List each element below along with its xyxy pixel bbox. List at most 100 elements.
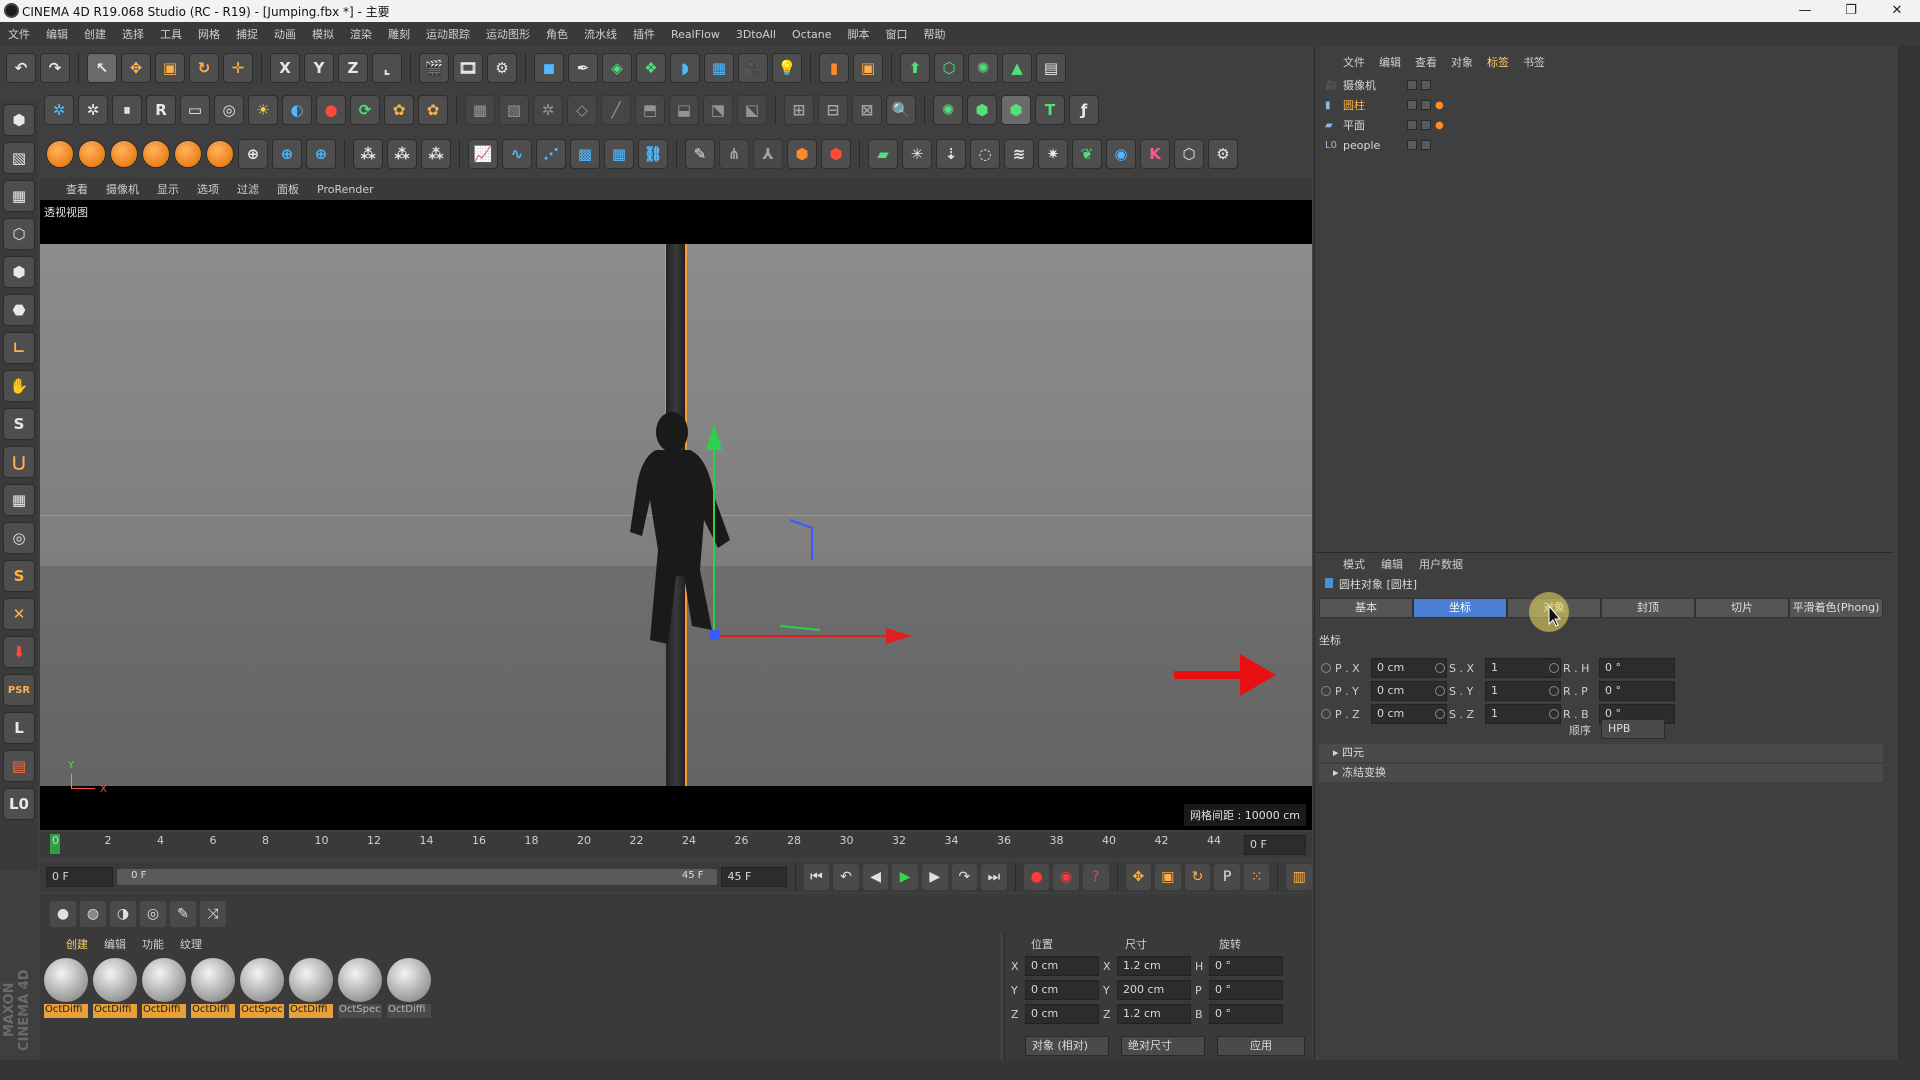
attribute-value-field[interactable]: 0 ° [1599,658,1675,678]
object-name[interactable]: people [1343,139,1403,152]
menu-edit[interactable]: 编辑 [46,26,68,42]
emitter-icon[interactable]: ⋰ [536,139,566,169]
r-region-icon[interactable]: R [146,95,176,125]
attr-menu-mode[interactable]: 模式 [1343,556,1365,572]
matrix-extrude-icon[interactable]: ⬔ [703,95,733,125]
menu-render[interactable]: 渲染 [350,26,372,42]
key-help-icon[interactable]: ? [1082,864,1109,890]
coords-rot-field[interactable]: 0 ° [1209,956,1283,976]
mix-ball-icon[interactable]: ◎ [140,901,166,927]
fx-icon[interactable]: ƒ [1069,95,1099,125]
sphere-orange-icon[interactable] [174,140,202,168]
render-picture-viewer-icon[interactable]: 🎞 [453,53,483,83]
coords-pos-field[interactable]: 0 cm [1025,956,1099,976]
brush-icon[interactable]: ✎ [170,901,196,927]
globe-blue-alt-icon[interactable]: ⊕ [306,139,336,169]
plane-green-icon[interactable]: ▰ [868,139,898,169]
visibility-toggle[interactable] [1407,140,1417,150]
object-menu-item[interactable]: 书签 [1523,54,1545,70]
sphere-orange-icon[interactable] [46,140,74,168]
grid-mesh-icon[interactable]: ▦ [604,139,634,169]
menu-snap[interactable]: 捕捉 [236,26,258,42]
workplane-lock-icon[interactable]: ⊠ [852,95,882,125]
object-menu-item[interactable]: 编辑 [1379,54,1401,70]
grid-plane-icon[interactable]: ▦ [3,484,35,516]
vp-menu-display[interactable]: 显示 [157,181,179,197]
menu-script[interactable]: 脚本 [847,26,869,42]
vp-menu-cameras[interactable]: 摄像机 [106,181,139,197]
pause-icon[interactable]: ⏸ [112,95,142,125]
ik-icon[interactable]: ⅄ [753,139,783,169]
hair-icon[interactable]: ∿ [502,139,532,169]
attribute-tab[interactable]: 坐标 [1413,598,1507,618]
menu-simulate[interactable]: 模拟 [312,26,334,42]
octane-restart-icon[interactable]: ✲ [78,95,108,125]
menu-plugins[interactable]: 插件 [633,26,655,42]
coords-rot-field[interactable]: 0 ° [1209,980,1283,1000]
perspective-viewport[interactable]: 透视视图 Y X 网格间距 : 10000 cm [40,200,1312,830]
menu-mograph[interactable]: 运动图形 [486,26,530,42]
rotate-icon[interactable]: ↻ [189,53,219,83]
animate-toggle[interactable] [1549,686,1559,696]
chain-icon[interactable]: ⛓ [638,139,668,169]
undo-icon[interactable]: ↶ [6,53,36,83]
menu-sculpt[interactable]: 雕刻 [388,26,410,42]
attribute-tab[interactable]: 平滑着色(Phong) [1789,598,1883,618]
mat-menu-create[interactable]: 创建 [66,936,88,952]
coords-rot-field[interactable]: 0 ° [1209,1004,1283,1024]
menu-motion-tracking[interactable]: 运动跟踪 [426,26,470,42]
pen-spline-icon[interactable]: ✒ [568,53,598,83]
octane-live-viewer-icon[interactable]: ▮ [819,53,849,83]
mat-menu-texture[interactable]: 纹理 [180,936,202,952]
animate-toggle[interactable] [1435,709,1445,719]
gear-green-icon[interactable]: ✺ [933,95,963,125]
object-menu-item[interactable]: 对象 [1451,54,1473,70]
next-key-icon[interactable]: ↷ [951,864,978,890]
coords-size-field[interactable]: 1.2 cm [1117,956,1191,976]
cube-icon[interactable]: ◼ [534,53,564,83]
smooth-shift-icon[interactable]: ⬕ [737,95,767,125]
key-scale-icon[interactable]: ▣ [1155,864,1181,890]
play-icon[interactable]: ▶ [892,864,918,890]
key-param-icon[interactable]: P [1214,864,1240,890]
redo-icon[interactable]: ↷ [40,53,70,83]
layers-icon[interactable]: ▤ [3,750,35,782]
object-menu-item[interactable]: 文件 [1343,54,1365,70]
script-icon[interactable]: ✎ [685,139,715,169]
shuffle-icon[interactable]: ⤨ [200,901,226,927]
magnet-icon[interactable]: ⋃ [3,446,35,478]
sphere-orange-icon[interactable] [110,140,138,168]
star-icon[interactable]: ✷ [1038,139,1068,169]
attribute-tab[interactable]: 切片 [1695,598,1789,618]
spiral-icon[interactable]: ◎ [3,522,35,554]
globe-blue-icon[interactable]: ⊕ [272,139,302,169]
script-manager-icon[interactable]: ▤ [1036,53,1066,83]
edit-render-settings-icon[interactable]: ⚙ [487,53,517,83]
attribute-tab[interactable]: 封顶 [1601,598,1695,618]
menu-tools[interactable]: 工具 [160,26,182,42]
qr-icon[interactable]: ◉ [1106,139,1136,169]
box-green-icon[interactable]: ⬢ [967,95,997,125]
line-cut-icon[interactable]: ╱ [601,95,631,125]
mat-menu-function[interactable]: 功能 [142,936,164,952]
bones-icon[interactable]: ⋔ [719,139,749,169]
l0-icon[interactable]: L0 [3,788,35,820]
transform-icon[interactable]: ✛ [223,53,253,83]
timeline-ruler[interactable]: 0 2 4 6 8 10 12 14 16 18 20 22 24 26 28 30 32 34 36 38 40 42 4… [40,832,1312,858]
down-arrow-icon[interactable]: ⇣ [936,139,966,169]
object-menu-item[interactable]: 查看 [1415,54,1437,70]
octane-settings-icon[interactable]: ▣ [853,53,883,83]
scatter-icon[interactable]: ✳ [902,139,932,169]
attr-menu-user-data[interactable]: 用户数据 [1419,556,1463,572]
wave-icon[interactable]: ≋ [1004,139,1034,169]
grid-icon[interactable]: ▦ [465,95,495,125]
object-menu-item[interactable]: 标签 [1487,54,1509,70]
coords-size-field[interactable]: 200 cm [1117,980,1191,1000]
key-pla-icon[interactable]: ⁙ [1243,864,1270,890]
menu-octane[interactable]: Octane [792,28,832,41]
axis-y-button[interactable]: Y [304,53,334,83]
menu-character[interactable]: 角色 [546,26,568,42]
s-orange-icon[interactable]: S [3,560,35,592]
hex-icon[interactable]: ⬡ [1174,139,1204,169]
cycle-icon[interactable]: ◌ [970,139,1000,169]
